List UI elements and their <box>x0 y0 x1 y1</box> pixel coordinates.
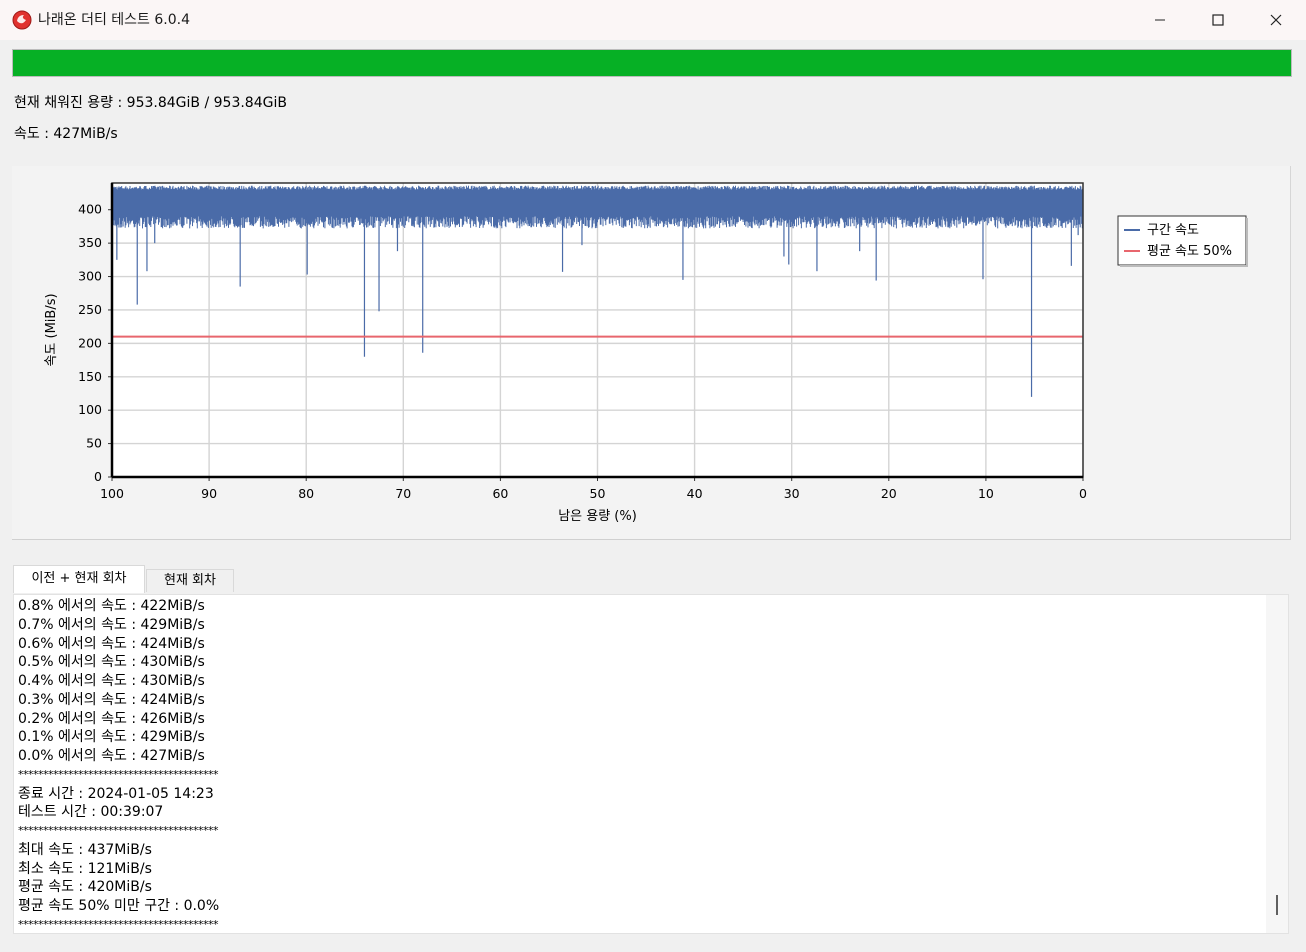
y-tick-label: 150 <box>78 369 102 384</box>
chart-legend: 구간 속도 평균 속도 50% <box>1117 215 1248 267</box>
maximize-icon <box>1212 14 1224 26</box>
log-separator: **************************************** <box>18 767 219 781</box>
log-line: 0.0% 에서의 속도 : 427MiB/s <box>18 748 205 764</box>
legend-label-avg: 평균 속도 50% <box>1147 244 1232 259</box>
log-scrollbar[interactable] <box>1266 595 1288 933</box>
minimize-icon <box>1155 19 1165 21</box>
y-tick-label: 250 <box>78 302 102 317</box>
speed-chart: 050100150200250300350400 100 90 80 70 60 50 40… <box>44 182 1248 524</box>
log-line: 테스트 시간 : 00:39:07 <box>18 804 164 821</box>
result-log[interactable]: 0.8% 에서의 속도 : 422MiB/s 0.7% 에서의 속도 : 429M… <box>13 594 1289 934</box>
tab-previous-and-current[interactable]: 이전 + 현재 회차 <box>13 565 145 593</box>
log-line: 0.1% 에서의 속도 : 429MiB/s <box>18 729 205 746</box>
x-tick-label: 60 <box>492 486 508 501</box>
x-tick-label: 0 <box>1079 486 1087 501</box>
log-line: 최대 속도 : 437MiB/s <box>18 841 152 858</box>
log-separator: **************************************** <box>18 824 219 837</box>
window-title: 나래온 더티 테스트 6.0.4 <box>38 12 191 28</box>
speed-series-core <box>112 192 1083 212</box>
log-line: 0.7% 에서의 속도 : 429MiB/s <box>18 616 205 633</box>
y-tick-label: 100 <box>78 402 102 417</box>
x-tick-label: 20 <box>881 486 897 501</box>
x-tick-label: 100 <box>100 486 124 501</box>
x-tick-label: 10 <box>978 486 994 501</box>
log-line: 0.4% 에서의 속도 : 430MiB/s <box>18 673 205 689</box>
x-tick-label: 30 <box>784 486 800 501</box>
y-tick-label: 300 <box>78 269 102 284</box>
y-tick-label: 0 <box>94 469 102 484</box>
window-bottom-edge <box>0 936 1306 952</box>
log-line: 0.6% 에서의 속도 : 424MiB/s <box>18 635 205 652</box>
maximize-button[interactable] <box>1189 0 1247 40</box>
log-line: 평균 속도 50% 미만 구간 : 0.0% <box>18 898 220 914</box>
x-tick-label: 80 <box>298 486 314 501</box>
x-tick-label: 90 <box>201 486 217 501</box>
tab-current[interactable]: 현재 회차 <box>146 569 234 592</box>
speed-label: 속도 : 427MiB/s <box>14 126 118 142</box>
title-bar: 나래온 더티 테스트 6.0.4 <box>0 0 1306 40</box>
x-tick-label: 50 <box>590 486 606 501</box>
test-progress-bar <box>12 49 1292 77</box>
x-tick-label: 40 <box>687 486 703 501</box>
log-lines: 0.8% 에서의 속도 : 422MiB/s 0.7% 에서의 속도 : 429M… <box>18 597 220 933</box>
y-tick-label: 400 <box>78 202 102 217</box>
speed-chart-panel: 0 50 100 150 200 250 300 350 400 100 90 80 70 60 50 40… <box>12 166 1291 540</box>
minimize-button[interactable] <box>1131 0 1189 40</box>
y-tick-label: 50 <box>86 436 102 451</box>
legend-label-speed: 구간 속도 <box>1147 223 1199 238</box>
log-line: 0.3% 에서의 속도 : 424MiB/s <box>18 691 205 708</box>
log-line: 종료 시간 : 2024-01-05 14:23 <box>18 785 214 802</box>
x-tick-label: 70 <box>395 486 411 501</box>
filled-capacity-label: 현재 채워진 용량 : 953.84GiB / 953.84GiB <box>14 95 287 111</box>
log-line: 0.8% 에서의 속도 : 422MiB/s <box>18 598 205 614</box>
progress-fill <box>13 50 1291 76</box>
log-line: 0.2% 에서의 속도 : 426MiB/s <box>18 710 205 727</box>
scroll-thumb[interactable] <box>1276 895 1278 915</box>
log-line: 0.5% 에서의 속도 : 430MiB/s <box>18 654 205 671</box>
log-line: 최소 속도 : 121MiB/s <box>18 860 152 877</box>
log-separator: **************************************** <box>18 917 219 931</box>
log-line: 평균 속도 : 420MiB/s <box>18 879 152 896</box>
y-axis-label: 속도 (MiB/s) <box>44 293 59 366</box>
close-button[interactable] <box>1247 0 1305 40</box>
y-tick-label: 200 <box>78 335 102 350</box>
x-axis-label: 남은 용량 (%) <box>558 509 637 524</box>
close-icon <box>1270 14 1282 26</box>
app-logo-icon <box>12 10 32 30</box>
y-tick-label: 350 <box>78 235 102 250</box>
